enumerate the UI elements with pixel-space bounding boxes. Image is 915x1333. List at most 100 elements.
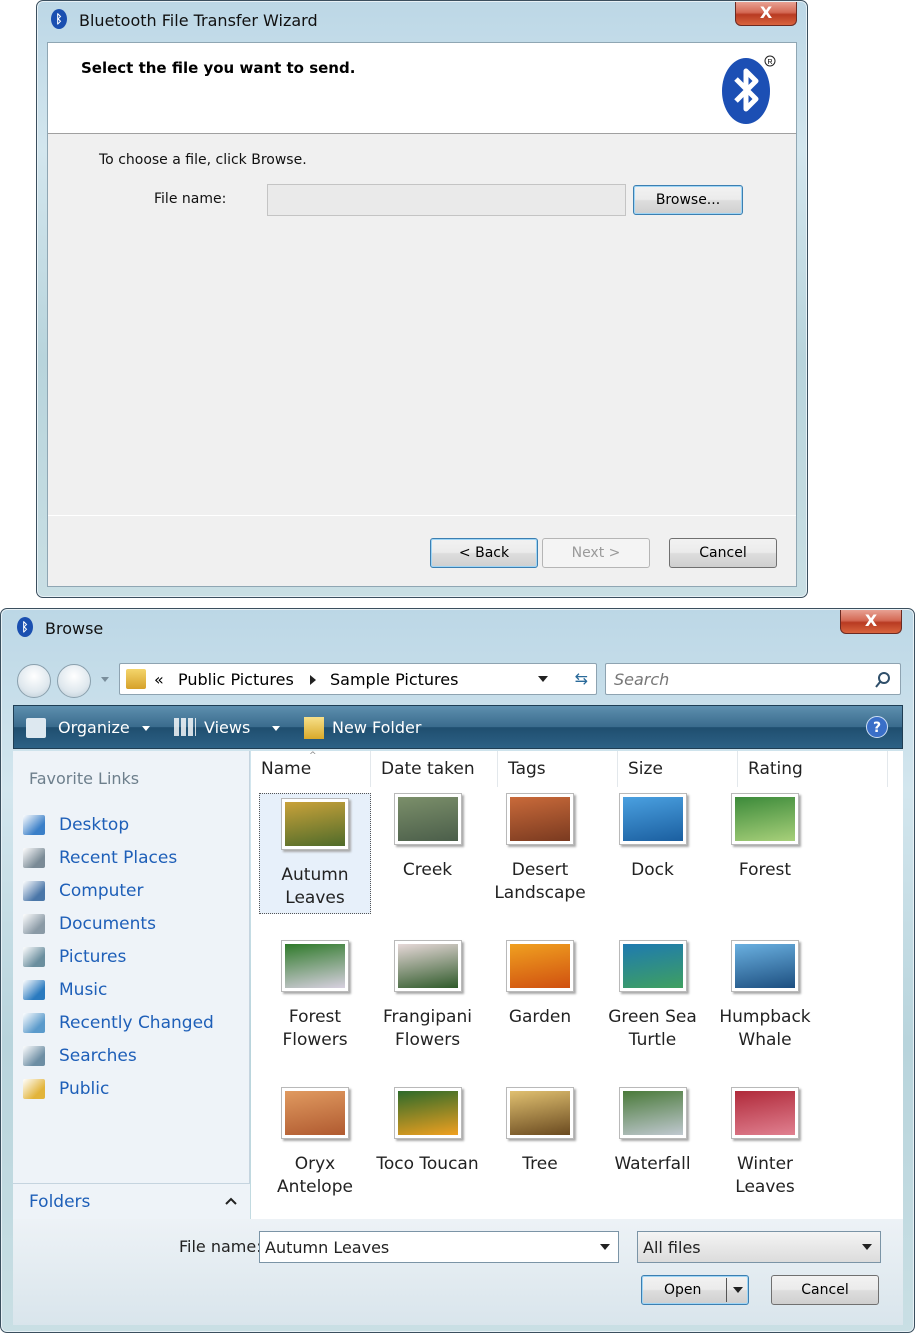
file-item[interactable]: Waterfall <box>597 1087 709 1176</box>
back-button[interactable]: < Back <box>430 538 538 568</box>
bluetooth-icon: ᛒ <box>51 9 67 29</box>
file-item-label: Waterfall <box>614 1154 691 1174</box>
recent-pages-chevron-icon[interactable] <box>101 677 109 682</box>
refresh-icon[interactable]: ⇆ <box>575 669 588 688</box>
file-item[interactable]: Winter Leaves <box>709 1087 821 1199</box>
file-item[interactable]: Toco Toucan <box>372 1087 484 1176</box>
filter-dropdown-icon[interactable] <box>862 1244 872 1250</box>
file-item[interactable]: Tree <box>484 1087 596 1176</box>
file-name-field[interactable] <box>267 184 626 216</box>
favorite-link-label: Public <box>59 1079 110 1099</box>
address-dropdown-icon[interactable] <box>538 676 548 682</box>
file-list-pane: Name ^ Date taken Tags Size Rating Autumn… <box>251 751 903 1219</box>
favorite-link-desktop[interactable]: Desktop <box>23 811 129 839</box>
bluetooth-logo-icon: R <box>722 55 776 124</box>
views-chevron-icon[interactable] <box>272 726 280 731</box>
organize-icon <box>26 718 46 738</box>
file-item[interactable]: Green Sea Turtle <box>597 940 709 1052</box>
file-item[interactable]: Autumn Leaves <box>259 793 371 914</box>
file-item-caption: Toco Toucan <box>372 1153 484 1176</box>
file-name-input[interactable]: Autumn Leaves <box>265 1238 389 1257</box>
breadcrumb-public-pictures[interactable]: Public Pictures <box>178 670 294 689</box>
file-item-label: Toco Toucan <box>376 1154 479 1174</box>
favorite-link-pictures[interactable]: Pictures <box>23 943 126 971</box>
breadcrumb-separator-icon[interactable] <box>310 675 316 685</box>
search-input[interactable]: Search <box>614 670 669 689</box>
file-item-caption: Garden <box>484 1006 596 1029</box>
file-item-label: Leaves <box>735 1177 795 1197</box>
file-item[interactable]: Humpback Whale <box>709 940 821 1052</box>
folders-label[interactable]: Folders <box>29 1192 90 1212</box>
organize-chevron-icon[interactable] <box>142 726 150 731</box>
favorite-link-label: Music <box>59 980 108 1000</box>
column-header-name[interactable]: Name ^ <box>251 751 371 787</box>
wizard-close-button[interactable]: X <box>735 2 797 26</box>
file-item-label: Antelope <box>277 1177 353 1197</box>
favorite-link-label: Recently Changed <box>59 1013 214 1033</box>
file-item-label: Forest <box>288 1007 342 1027</box>
file-type-filter[interactable]: All files <box>637 1231 881 1263</box>
open-dropdown-icon[interactable] <box>733 1287 743 1293</box>
file-item-label: Turtle <box>628 1030 677 1050</box>
favorite-link-music[interactable]: Music <box>23 976 107 1004</box>
favorite-link-searches[interactable]: Searches <box>23 1042 137 1070</box>
wizard-titlebar[interactable]: ᛒ Bluetooth File Transfer Wizard X <box>37 1 807 37</box>
breadcrumb-sample-pictures[interactable]: Sample Pictures <box>330 670 458 689</box>
file-item[interactable]: Desert Landscape <box>484 793 596 905</box>
column-header-tags[interactable]: Tags <box>498 751 618 787</box>
file-item[interactable]: Frangipani Flowers <box>372 940 484 1052</box>
file-item[interactable]: Forest Flowers <box>259 940 371 1052</box>
search-icon[interactable] <box>874 671 892 689</box>
favorite-link-recently-changed[interactable]: Recently Changed <box>23 1009 214 1037</box>
column-header-date-taken[interactable]: Date taken <box>371 751 498 787</box>
file-item-label: Dock <box>631 860 674 880</box>
open-button[interactable]: Open <box>641 1275 749 1305</box>
thumbnail-image <box>506 940 574 992</box>
views-button[interactable]: Views <box>204 718 250 737</box>
favorite-link-label: Searches <box>59 1046 137 1066</box>
file-item[interactable]: Garden <box>484 940 596 1029</box>
file-item-label: Leaves <box>285 888 345 908</box>
column-header-size[interactable]: Size <box>618 751 738 787</box>
file-item[interactable]: Dock <box>597 793 709 882</box>
sort-ascending-icon: ^ <box>309 751 317 761</box>
wizard-cancel-button[interactable]: Cancel <box>669 538 777 568</box>
browse-button[interactable]: Browse... <box>633 185 743 215</box>
file-name-combo[interactable]: Autumn Leaves <box>259 1231 619 1263</box>
new-folder-button[interactable]: New Folder <box>332 718 421 737</box>
favorite-link-documents[interactable]: Documents <box>23 910 156 938</box>
file-item-label: Winter <box>736 1154 794 1174</box>
help-icon[interactable]: ? <box>866 716 888 738</box>
file-item-label: Autumn <box>281 865 349 885</box>
browse-title: Browse <box>45 619 104 638</box>
back-nav-icon[interactable] <box>17 664 51 698</box>
browse-cancel-button[interactable]: Cancel <box>771 1275 879 1305</box>
folder-icon <box>126 669 146 689</box>
column-header-rating[interactable]: Rating <box>738 751 888 787</box>
forward-nav-icon[interactable] <box>57 664 91 698</box>
folders-toggle[interactable]: Folders <box>13 1183 250 1219</box>
file-item[interactable]: Oryx Antelope <box>259 1087 371 1199</box>
file-item[interactable]: Creek <box>372 793 484 882</box>
open-split-divider <box>726 1278 727 1302</box>
organize-button[interactable]: Organize <box>58 718 130 737</box>
file-item[interactable]: Forest <box>709 793 821 882</box>
favorite-link-recent-places[interactable]: Recent Places <box>23 844 177 872</box>
browse-titlebar[interactable]: ᛒ Browse X <box>1 609 914 645</box>
file-item-caption: Forest Flowers <box>259 1006 371 1052</box>
wizard-client: Select the file you want to send. R To c… <box>47 42 797 587</box>
file-type-value: All files <box>643 1238 701 1257</box>
file-name-dropdown-icon[interactable] <box>600 1244 610 1250</box>
file-item-label: Flowers <box>394 1030 461 1050</box>
search-box[interactable]: Search <box>605 663 901 695</box>
favorite-link-public[interactable]: Public <box>23 1075 109 1103</box>
public-folder-icon <box>23 1079 45 1099</box>
breadcrumb-overflow[interactable]: « <box>154 670 164 689</box>
file-item-caption: Humpback Whale <box>709 1006 821 1052</box>
favorite-link-computer[interactable]: Computer <box>23 877 144 905</box>
chevron-up-icon[interactable] <box>224 1196 238 1206</box>
address-bar[interactable]: « Public Pictures Sample Pictures ⇆ <box>119 663 597 695</box>
browse-close-button[interactable]: X <box>840 610 902 634</box>
next-button[interactable]: Next > <box>542 538 650 568</box>
thumbnail-image <box>618 1087 687 1139</box>
